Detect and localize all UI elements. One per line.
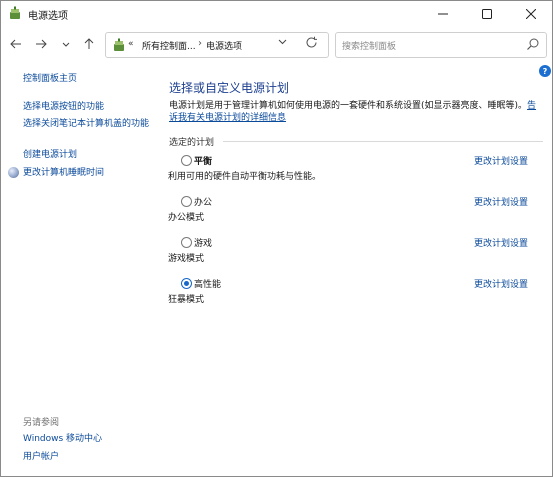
see-also-heading: 另请参阅: [23, 418, 60, 428]
control-panel-icon: [114, 38, 124, 51]
close-button[interactable]: [509, 1, 552, 27]
help-button[interactable]: ?: [539, 65, 551, 77]
power-button-function-link[interactable]: 选择电源按钮的功能: [23, 101, 104, 113]
refresh-button[interactable]: [305, 36, 318, 52]
power-options-window: 电源选项 « 所有控制面... › 电源选项 搜索控制面板 控制面板主页 选择电…: [0, 0, 553, 477]
change-plan-settings-link[interactable]: 更改计划设置: [474, 195, 528, 208]
plan-description: 办公模式: [168, 213, 205, 223]
plan-gaming: 游戏 游戏模式 更改计划设置: [168, 236, 551, 270]
maximize-button[interactable]: [465, 1, 509, 27]
plan-radio-balanced[interactable]: [181, 155, 192, 166]
change-plan-settings-link[interactable]: 更改计划设置: [474, 277, 528, 290]
window-title: 电源选项: [28, 11, 68, 22]
user-accounts-link[interactable]: 用户帐户: [23, 451, 59, 463]
change-plan-settings-link[interactable]: 更改计划设置: [474, 236, 528, 249]
lid-close-function-link[interactable]: 选择关闭笔记本计算机盖的功能: [23, 118, 151, 130]
plan-description: 游戏模式: [168, 254, 205, 264]
maximize-icon: [482, 9, 492, 19]
plan-name[interactable]: 游戏: [194, 236, 212, 249]
chevron-down-icon: [278, 39, 287, 45]
arrow-right-icon: [36, 39, 47, 49]
plan-name[interactable]: 平衡: [194, 154, 212, 167]
arrow-up-icon: [84, 38, 94, 49]
search-icon[interactable]: [526, 37, 540, 51]
breadcrumb-separator[interactable]: ›: [198, 38, 202, 49]
question-mark-icon: ?: [542, 66, 548, 76]
control-panel-home-link[interactable]: 控制面板主页: [23, 73, 77, 85]
address-bar[interactable]: « 所有控制面... › 电源选项: [105, 32, 329, 58]
minimize-icon: [438, 13, 448, 15]
plan-high-performance: 高性能 狂暴模式 更改计划设置: [168, 277, 551, 311]
back-button[interactable]: [7, 35, 25, 53]
selected-plans-label: 选定的计划: [169, 138, 215, 148]
refresh-icon: [306, 36, 317, 48]
left-navigation-pane: 控制面板主页 选择电源按钮的功能 选择关闭笔记本计算机盖的功能 创建电源计划 更…: [1, 60, 156, 476]
page-title: 选择或自定义电源计划: [169, 81, 290, 95]
forward-button[interactable]: [32, 35, 50, 53]
search-placeholder: 搜索控制面板: [342, 42, 397, 52]
recent-locations-button[interactable]: [57, 35, 75, 53]
navigation-bar: « 所有控制面... › 电源选项 搜索控制面板: [1, 28, 552, 60]
search-input[interactable]: 搜索控制面板: [335, 32, 547, 58]
plan-office: 办公 办公模式 更改计划设置: [168, 195, 551, 229]
plan-name[interactable]: 高性能: [194, 277, 221, 290]
plan-description: 利用可用的硬件自动平衡功耗与性能。: [168, 172, 322, 182]
chevron-down-icon: [62, 42, 70, 47]
create-power-plan-link[interactable]: 创建电源计划: [23, 149, 77, 161]
shield-icon: [8, 167, 19, 178]
breadcrumb-power-options[interactable]: 电源选项: [206, 39, 242, 52]
plan-radio-high-performance[interactable]: [181, 278, 192, 289]
power-options-app-icon: [10, 6, 20, 19]
plan-name[interactable]: 办公: [194, 195, 212, 208]
plan-radio-office[interactable]: [181, 196, 192, 207]
address-dropdown-button[interactable]: [278, 37, 287, 49]
address-overflow-chevron[interactable]: «: [128, 39, 134, 49]
description-text: 电源计划是用于管理计算机如何使用电源的一套硬件和系统设置(如显示器亮度、睡眠等)…: [169, 101, 528, 111]
plan-balanced: 平衡 利用可用的硬件自动平衡功耗与性能。 更改计划设置: [168, 154, 551, 188]
section-divider: [223, 141, 543, 142]
minimize-button[interactable]: [421, 1, 465, 27]
title-bar: 电源选项: [1, 1, 552, 28]
arrow-left-icon: [10, 39, 21, 49]
windows-mobility-center-link[interactable]: Windows 移动中心: [23, 433, 102, 445]
change-plan-settings-link[interactable]: 更改计划设置: [474, 154, 528, 167]
close-icon: [526, 9, 536, 19]
breadcrumb-all-control-panel[interactable]: 所有控制面...: [142, 39, 196, 52]
plan-description: 狂暴模式: [168, 295, 205, 305]
page-description: 电源计划是用于管理计算机如何使用电源的一套硬件和系统设置(如显示器亮度、睡眠等)…: [169, 100, 545, 124]
up-button[interactable]: [80, 35, 98, 53]
change-sleep-time-link[interactable]: 更改计算机睡眠时间: [23, 167, 104, 179]
plan-radio-gaming[interactable]: [181, 237, 192, 248]
